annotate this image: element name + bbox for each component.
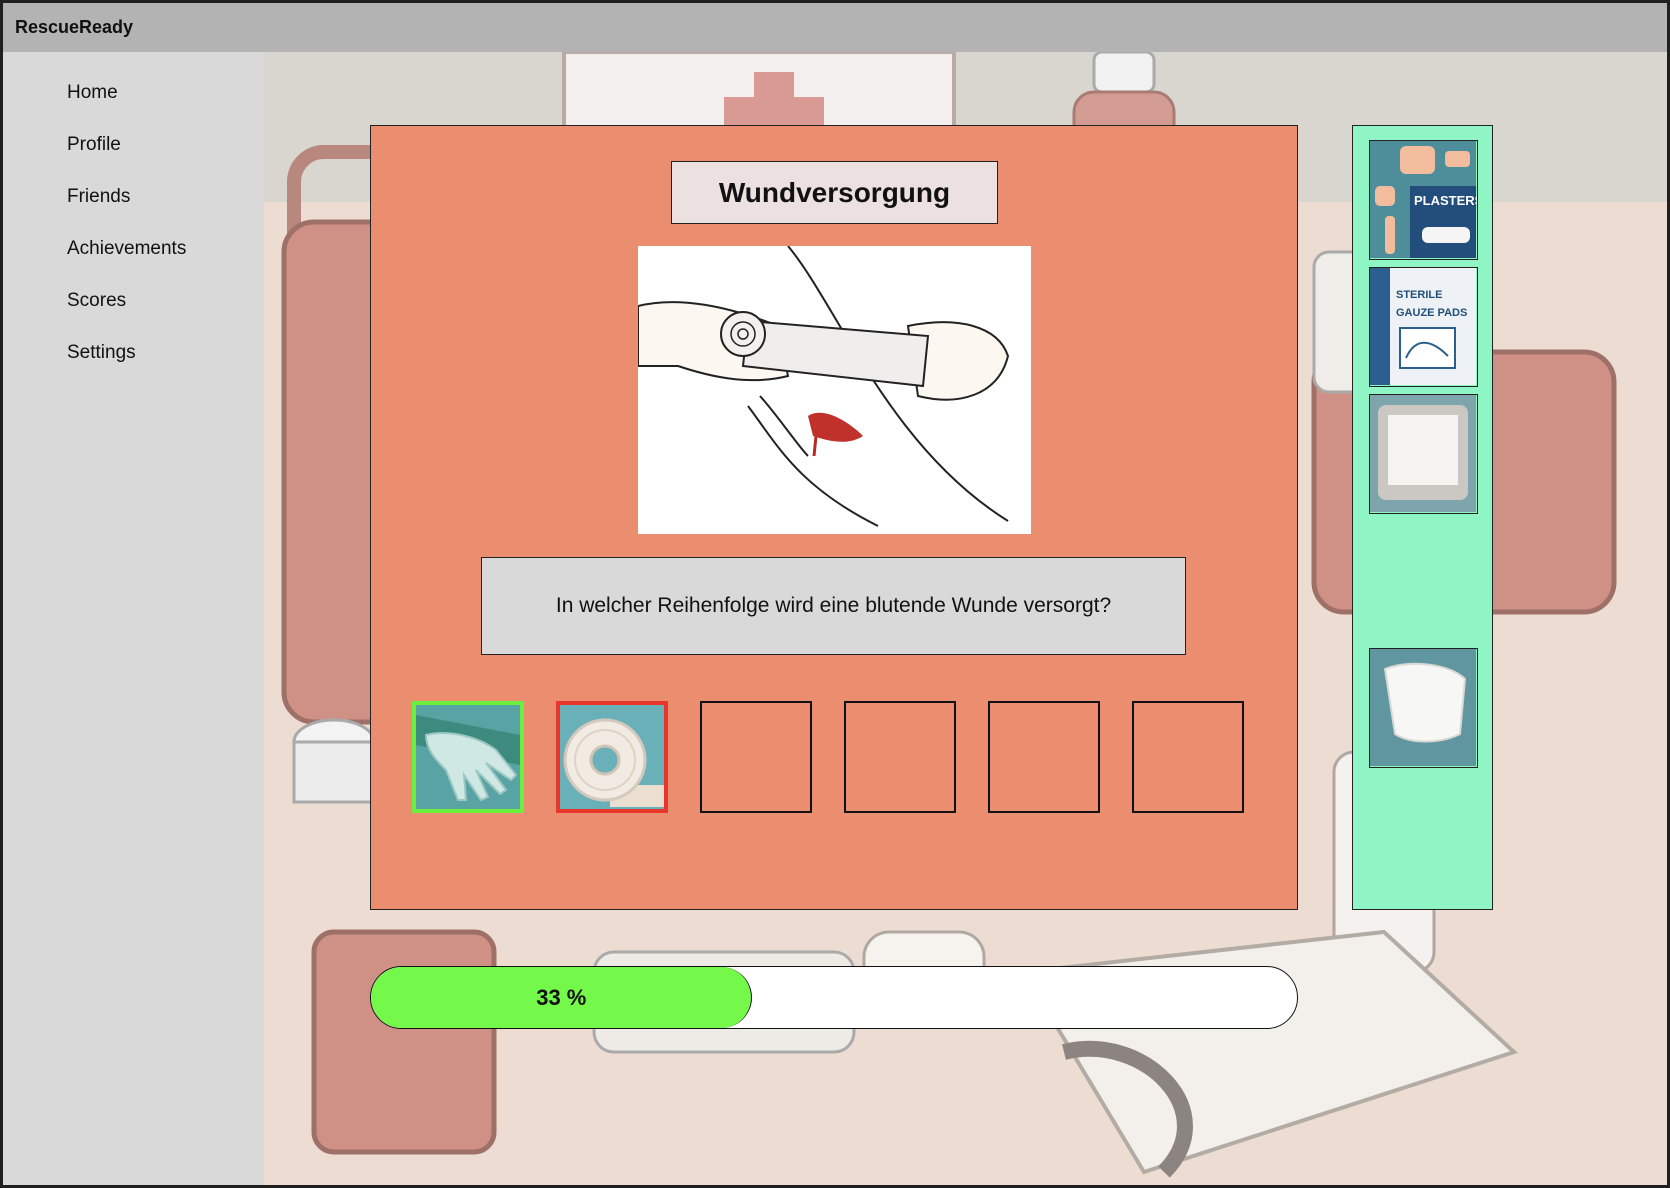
sidebar-item-scores[interactable]: Scores xyxy=(67,290,126,312)
question-text: In welcher Reihenfolge wird eine blutend… xyxy=(481,557,1186,655)
bandaging-wound-illustration xyxy=(637,245,1031,534)
answer-slot-6[interactable] xyxy=(1132,701,1244,813)
answer-slot-2[interactable] xyxy=(556,701,668,813)
quiz-title: Wundversorgung xyxy=(671,161,998,224)
answer-slot-3[interactable] xyxy=(700,701,812,813)
sterile-gauze-label: STERILE GAUZE PADS xyxy=(1396,286,1467,322)
bandage-roll-icon xyxy=(560,705,664,809)
tray-item-compress-dressing[interactable] xyxy=(1369,648,1478,768)
sidebar-item-friends[interactable]: Friends xyxy=(67,186,130,208)
sidebar-item-achievements[interactable]: Achievements xyxy=(67,238,186,260)
gloves-icon xyxy=(416,705,520,809)
progress-label: 33 % xyxy=(536,984,587,1010)
plasters-label: PLASTERS xyxy=(1414,193,1478,208)
sidebar-item-profile[interactable]: Profile xyxy=(67,134,121,156)
sidebar: Home Profile Friends Achievements Scores… xyxy=(3,52,264,1185)
sterile-label-line2: GAUZE PADS xyxy=(1396,307,1468,319)
quiz-panel: Wundversorgung In welcher Reihenfolge wi… xyxy=(370,125,1298,910)
item-tray: PLASTERS STERILE GAUZE PADS xyxy=(1352,125,1493,910)
sidebar-item-settings[interactable]: Settings xyxy=(67,342,136,364)
tray-item-plasters[interactable]: PLASTERS xyxy=(1369,140,1478,260)
title-bar: RescueReady xyxy=(3,3,1667,52)
sterile-label-line1: STERILE xyxy=(1396,289,1443,301)
answer-slot-1[interactable] xyxy=(412,701,524,813)
app-window: RescueReady Home Profile Friends Achieve… xyxy=(3,3,1667,1185)
tray-item-sterile-gauze-pads[interactable]: STERILE GAUZE PADS xyxy=(1369,267,1478,387)
app-title: RescueReady xyxy=(15,17,134,37)
answer-slot-5[interactable] xyxy=(988,701,1100,813)
progress-bar: 33 % xyxy=(370,966,1298,1029)
answer-slot-4[interactable] xyxy=(844,701,956,813)
tray-item-gauze-pad[interactable] xyxy=(1369,394,1478,514)
sidebar-item-home[interactable]: Home xyxy=(67,82,118,104)
